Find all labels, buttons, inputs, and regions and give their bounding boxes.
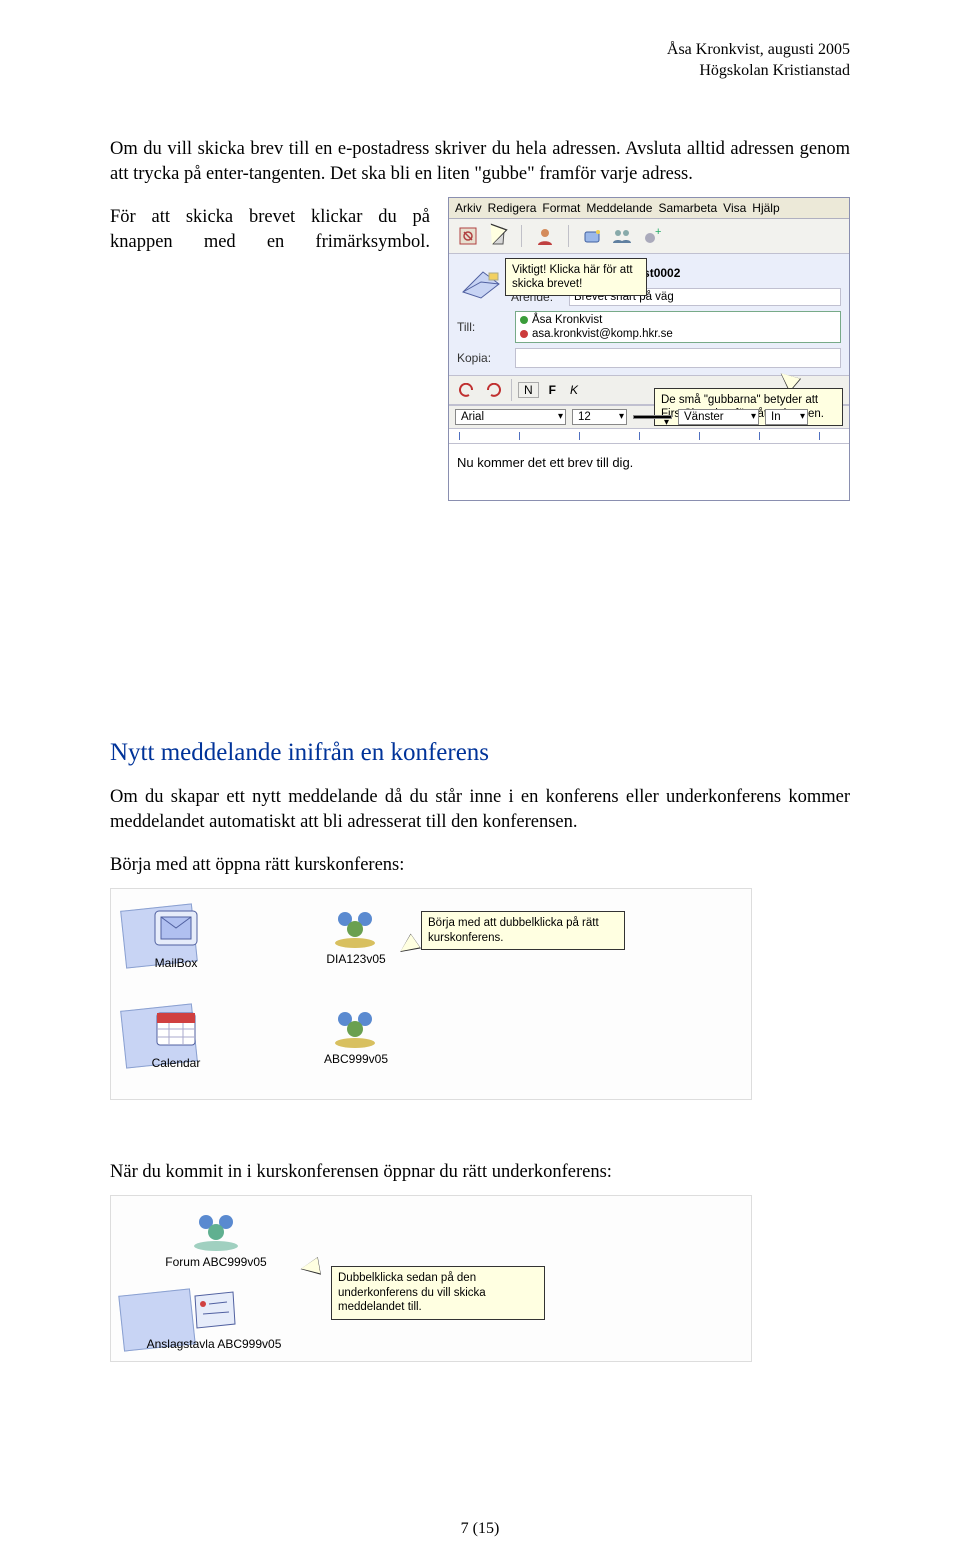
person-dot-icon <box>520 316 528 324</box>
desktop-tooltip: Börja med att dubbelklicka på rätt kursk… <box>421 911 625 950</box>
to-input[interactable]: Åsa Kronkvist asa.kronkvist@komp.hkr.se <box>515 311 841 343</box>
menu-hjalp[interactable]: Hjälp <box>752 201 779 215</box>
intro-paragraph-1: Om du vill skicka brev till en e-postadr… <box>110 137 850 187</box>
to-label: Till: <box>457 320 515 334</box>
calendar-label: Calendar <box>131 1056 221 1070</box>
menu-arkiv[interactable]: Arkiv <box>455 201 482 215</box>
menu-samarbeta[interactable]: Samarbeta <box>658 201 717 215</box>
anslagstavla-icon[interactable]: Anslagstavla ABC999v05 <box>129 1286 299 1351</box>
menu-visa[interactable]: Visa <box>723 201 746 215</box>
forum-label: Forum ABC999v05 <box>141 1255 291 1269</box>
menubar: Arkiv Redigera Format Meddelande Samarbe… <box>449 198 849 219</box>
section-heading: Nytt meddelande inifrån en konferens <box>110 739 850 767</box>
undo-icon[interactable] <box>455 379 477 401</box>
calendar-icon[interactable]: Calendar <box>131 1003 221 1070</box>
format-normal-button[interactable]: N <box>518 382 539 398</box>
mailbox-label: MailBox <box>131 956 221 970</box>
send-tooltip: Viktigt! Klicka här för att skicka breve… <box>505 258 647 297</box>
add-icon[interactable]: + <box>641 225 663 247</box>
svg-text:+: + <box>655 227 661 238</box>
attach-icon[interactable] <box>581 225 603 247</box>
mailbox-icon[interactable]: MailBox <box>131 903 221 970</box>
format-bold-button[interactable]: F <box>545 383 560 397</box>
cc-label: Kopia: <box>457 351 515 365</box>
page-footer: 7 (15) <box>0 1520 960 1538</box>
send-stamp-icon[interactable] <box>457 225 479 247</box>
menu-redigera[interactable]: Redigera <box>488 201 537 215</box>
conference-dia-label: DIA123v05 <box>311 952 401 966</box>
conference-dia-icon[interactable]: DIA123v05 <box>311 903 401 966</box>
forum-icon[interactable]: Forum ABC999v05 <box>141 1206 291 1269</box>
to-email: asa.kronkvist@komp.hkr.se <box>532 328 673 340</box>
font-family-select[interactable]: Arial <box>455 409 566 425</box>
section-paragraph-3: När du kommit in i kurskonferensen öppna… <box>110 1160 850 1185</box>
section-paragraph-2: Börja med att öppna rätt kurskonferens: <box>110 853 850 878</box>
group-icon[interactable] <box>611 225 633 247</box>
font-color-select[interactable] <box>633 415 672 419</box>
underconference-screenshot: Forum ABC999v05 Anslagstavla ABC999v05 D… <box>110 1195 752 1362</box>
redo-icon[interactable] <box>483 379 505 401</box>
header-line-2: Högskolan Kristianstad <box>110 61 850 82</box>
anslagstavla-label: Anslagstavla ABC999v05 <box>129 1337 299 1351</box>
to-name: Åsa Kronkvist <box>532 314 602 326</box>
menu-meddelande[interactable]: Meddelande <box>586 201 652 215</box>
ruler <box>449 429 849 444</box>
menu-format[interactable]: Format <box>542 201 580 215</box>
align-select[interactable]: Vänster <box>678 409 759 425</box>
page-header: Åsa Kronkvist, augusti 2005 Högskolan Kr… <box>110 40 850 82</box>
lang-select[interactable]: In <box>765 409 808 425</box>
font-size-select[interactable]: 12 <box>572 409 627 425</box>
toolbar: + <box>449 219 849 254</box>
conference-abc-label: ABC999v05 <box>311 1052 401 1066</box>
conference-abc-icon[interactable]: ABC999v05 <box>311 1003 401 1066</box>
message-body-input[interactable]: Nu kommer det ett brev till dig. <box>449 444 849 500</box>
desktop-screenshot: MailBox Calendar DIA123v05 ABC999v05 Bör… <box>110 888 752 1100</box>
header-line-1: Åsa Kronkvist, augusti 2005 <box>110 40 850 61</box>
underconf-tooltip: Dubbelklicka sedan på den underkonferens… <box>331 1266 545 1319</box>
format-italic-button[interactable]: K <box>566 383 582 397</box>
person-icon[interactable] <box>534 225 556 247</box>
section-paragraph-1: Om du skapar ett nytt meddelande då du s… <box>110 785 850 835</box>
person-dot-icon <box>520 330 528 338</box>
email-client-screenshot: Arkiv Redigera Format Meddelande Samarbe… <box>448 197 850 501</box>
cc-input[interactable] <box>515 348 841 368</box>
envelope-icon <box>459 264 503 303</box>
